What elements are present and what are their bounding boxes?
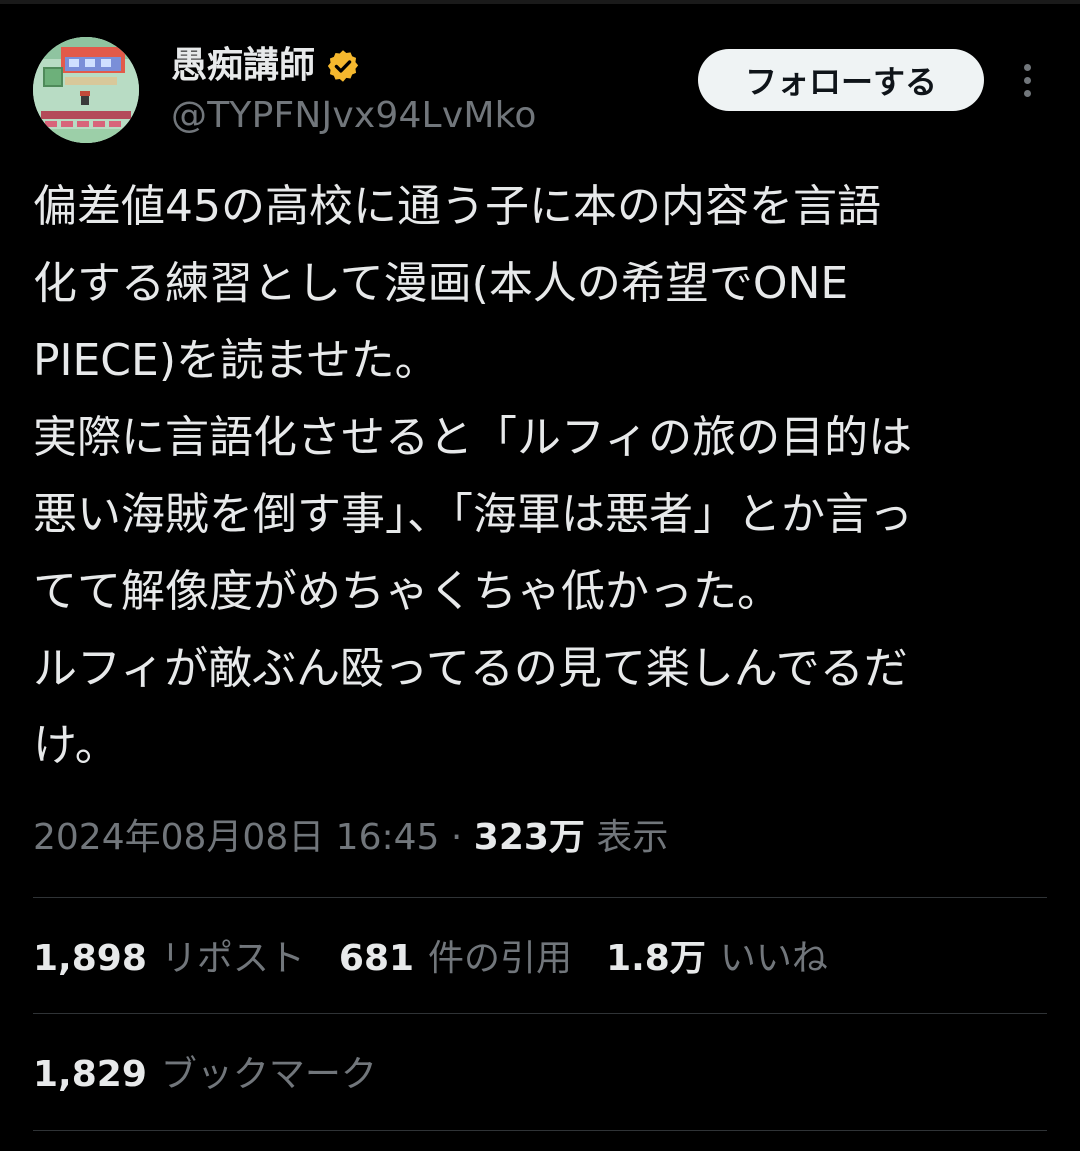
likes-stat[interactable]: 1.8万 いいね bbox=[606, 933, 828, 985]
bookmarks-stat[interactable]: 1,829 ブックマーク bbox=[33, 1049, 377, 1101]
engagement-stats: 1,898 リポスト 681 件の引用 1.8万 いいね bbox=[33, 933, 862, 985]
views-count: 323万 bbox=[473, 817, 585, 858]
dot bbox=[1023, 63, 1031, 71]
bookmarks-count: 1,829 bbox=[33, 1054, 147, 1095]
tweet-line: 化する練習として漫画(本人の希望でONE bbox=[33, 258, 849, 309]
follow-button[interactable]: フォローする bbox=[698, 49, 984, 111]
bookmarks-label: ブックマーク bbox=[160, 1054, 377, 1095]
avatar[interactable] bbox=[33, 37, 139, 143]
timestamp[interactable]: 2024年08月08日 16:45 bbox=[33, 817, 439, 858]
quotes-stat[interactable]: 681 件の引用 bbox=[339, 933, 572, 985]
display-name-row[interactable]: 愚痴講師 bbox=[171, 42, 361, 90]
quotes-label: 件の引用 bbox=[428, 938, 573, 979]
display-name[interactable]: 愚痴講師 bbox=[171, 42, 315, 90]
tweet-line: てて解像度がめちゃくちゃ低かった。 bbox=[33, 566, 781, 617]
reposts-label: リポスト bbox=[160, 938, 305, 979]
tweet-line: PIECE)を読ませた。 bbox=[33, 335, 439, 386]
more-options-icon[interactable] bbox=[1012, 58, 1042, 102]
divider bbox=[33, 1130, 1047, 1131]
tweet-line: 実際に言語化させると「ルフィの旅の目的は bbox=[33, 412, 913, 463]
avatar-image bbox=[33, 37, 139, 143]
dot bbox=[1023, 89, 1031, 97]
tweet-line: 偏差値45の高校に通う子に本の内容を言語 bbox=[33, 181, 881, 232]
divider bbox=[33, 1013, 1047, 1014]
tweet-meta: 2024年08月08日 16:45 · 323万 表示 bbox=[33, 812, 668, 864]
meta-separator: · bbox=[439, 817, 474, 858]
reposts-count: 1,898 bbox=[33, 938, 147, 979]
reposts-stat[interactable]: 1,898 リポスト bbox=[33, 933, 305, 985]
top-edge-line bbox=[0, 0, 1080, 4]
bookmark-stats: 1,829 ブックマーク bbox=[33, 1049, 411, 1101]
dot bbox=[1023, 76, 1031, 84]
tweet-text: 偏差値45の高校に通う子に本の内容を言語 化する練習として漫画(本人の希望でON… bbox=[33, 168, 1043, 784]
quotes-count: 681 bbox=[338, 938, 415, 979]
likes-label: いいね bbox=[719, 938, 828, 979]
user-handle[interactable]: @TYPFNJvx94LvMko bbox=[171, 94, 537, 138]
views-label: 表示 bbox=[596, 817, 669, 858]
verified-badge-icon bbox=[325, 48, 361, 84]
tweet-line: け。 bbox=[33, 720, 119, 771]
likes-count: 1.8万 bbox=[606, 938, 706, 979]
tweet-line: 悪い海賊を倒す事」、「海軍は悪者」とか言っ bbox=[33, 489, 913, 540]
tweet-line: ルフィが敵ぶん殴ってるの見て楽しんでるだ bbox=[33, 643, 908, 694]
divider bbox=[33, 897, 1047, 898]
